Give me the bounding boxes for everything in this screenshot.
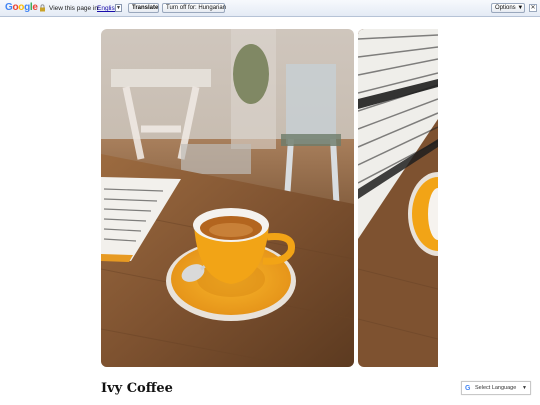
lock-icon bbox=[40, 4, 45, 12]
chevron-down-icon: ▼ bbox=[522, 385, 527, 391]
view-page-in-label: View this page in: bbox=[49, 5, 100, 12]
turn-off-button[interactable]: Turn off for: Hungarian bbox=[162, 3, 226, 13]
language-dropdown-icon[interactable]: ▼ bbox=[115, 4, 122, 12]
gallery-image-menu[interactable] bbox=[358, 29, 438, 367]
google-translate-bar: Google View this page in: English ▼ Tran… bbox=[0, 0, 540, 17]
google-logo: Google bbox=[5, 2, 38, 13]
espresso-cup-photo bbox=[101, 29, 354, 367]
close-icon[interactable]: ✕ bbox=[529, 4, 537, 12]
translate-button[interactable]: Translate bbox=[128, 3, 159, 13]
menu-and-cup-photo bbox=[358, 29, 438, 367]
google-g-icon: G bbox=[465, 385, 471, 392]
page-title: Ivy Coffee bbox=[101, 381, 173, 396]
select-language-widget[interactable]: G Select Language ▼ bbox=[461, 381, 531, 395]
gallery-image-espresso[interactable] bbox=[101, 29, 354, 367]
options-button[interactable]: Options ▼ bbox=[491, 3, 525, 13]
select-language-label: Select Language bbox=[475, 385, 517, 391]
